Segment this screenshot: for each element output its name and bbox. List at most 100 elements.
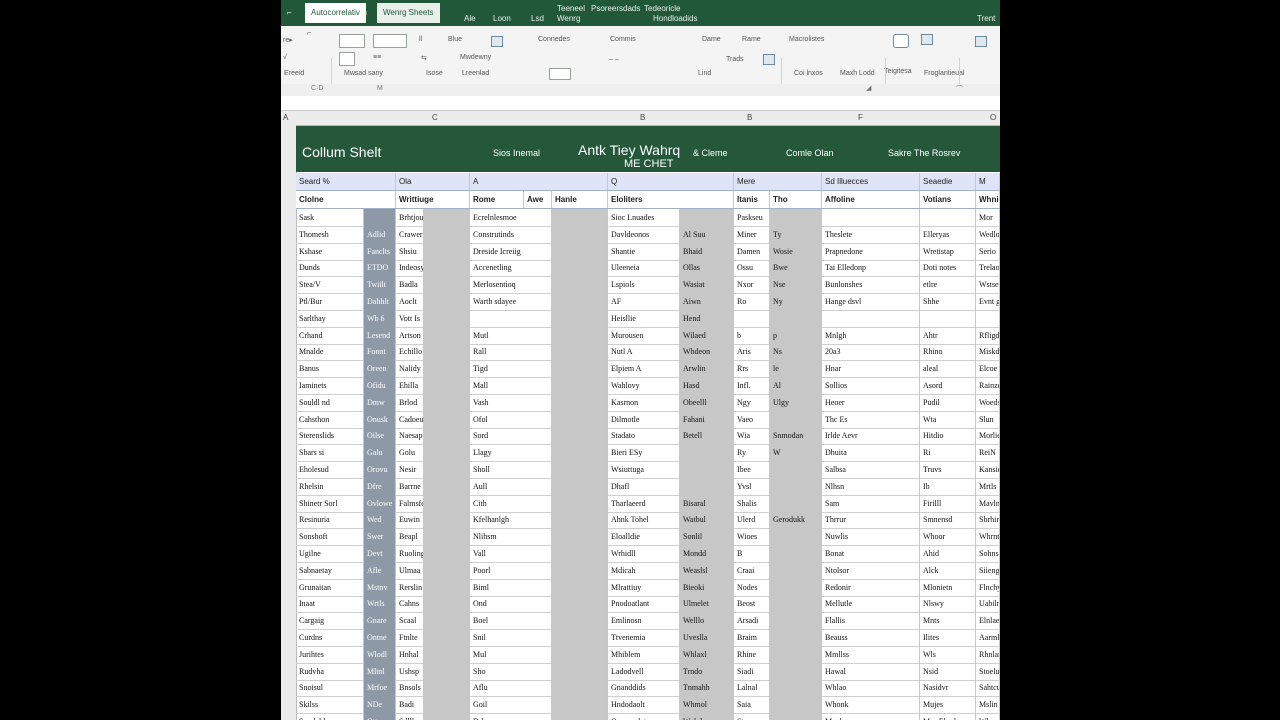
header-cell[interactable]: Ola [396, 173, 470, 190]
table-cell[interactable] [424, 477, 470, 495]
table-cell[interactable]: Flnchy [976, 578, 1000, 596]
table-cell[interactable]: Nalidy [396, 360, 424, 378]
table-cell[interactable] [424, 377, 470, 394]
table-cell[interactable]: Ftnlte [396, 629, 424, 646]
table-cell[interactable] [364, 209, 396, 226]
table-cell[interactable]: Nuwlis [822, 528, 920, 546]
table-cell[interactable]: Infl. [734, 377, 770, 394]
font-size-box[interactable] [373, 34, 407, 48]
table-cell[interactable]: Sondelds [296, 713, 364, 720]
table-cell[interactable]: Drl [470, 713, 552, 720]
table-cell[interactable]: Aris [734, 343, 770, 361]
table-cell[interactable]: Heisllie [608, 309, 680, 327]
table-cell[interactable]: Ugilne [296, 545, 364, 562]
table-cell[interactable]: Mavlma [976, 494, 1000, 512]
table-cell[interactable]: etlre [920, 276, 976, 294]
table-cell[interactable]: Whdeon [680, 343, 734, 361]
spreadsheet-grid[interactable]: Seard % Ola A Q Mere Sd Illuecces Seaedi… [296, 173, 1000, 720]
table-cell[interactable] [770, 612, 822, 630]
table-cell[interactable] [552, 561, 608, 579]
table-cell[interactable] [424, 343, 470, 361]
table-cell[interactable]: Merlosentioq [470, 276, 552, 294]
tab-autocorrelativ[interactable]: Autocorrelativ [305, 3, 366, 23]
table-cell[interactable]: Lspiols [608, 276, 680, 294]
column-title[interactable]: Whnio [976, 191, 1000, 208]
table-cell[interactable]: Tnmahh [680, 679, 734, 697]
chart-icon[interactable] [921, 34, 933, 45]
table-cell[interactable]: Ri [920, 444, 976, 462]
table-cell[interactable]: Construtinds [470, 225, 552, 243]
table-cell[interactable] [424, 259, 470, 277]
table-cell[interactable]: Dahhlt [364, 293, 396, 310]
table-cell[interactable]: Cith [470, 494, 552, 512]
table-cell[interactable]: Stadato [608, 427, 680, 445]
table-cell[interactable] [680, 209, 734, 226]
table-cell[interactable]: Redonir [822, 578, 920, 596]
table-cell[interactable]: Nesir [396, 461, 424, 478]
table-cell[interactable]: Wloy [976, 713, 1000, 720]
table-cell[interactable]: Ttvenemia [608, 629, 680, 646]
table-cell[interactable]: Grunaitan [296, 578, 364, 596]
table-cell[interactable]: Thrrur [822, 511, 920, 529]
table-cell[interactable]: Tigd [470, 360, 552, 378]
table-row[interactable]: Sbars si Galu Golu Llagy Bieri ESy Ry W Dhuita R… [296, 444, 1000, 463]
column-title[interactable]: Eloliters [608, 191, 734, 208]
format-painter-icon[interactable] [491, 36, 503, 47]
table-cell[interactable] [976, 309, 1000, 327]
table-cell[interactable]: Swer [364, 528, 396, 546]
table-cell[interactable] [552, 410, 608, 428]
table-cell[interactable]: Mall [470, 377, 552, 394]
table-cell[interactable] [552, 393, 608, 411]
chevron-left-icon[interactable]: ‹ [365, 8, 368, 17]
table-row[interactable]: Sabnaetay Afle Ulmaa Poorl Mdicah Weaslsl Craa… [296, 561, 1000, 580]
table-cell[interactable]: Hndodaolt [608, 696, 680, 714]
table-cell[interactable]: Tharlaeerd [608, 494, 680, 512]
table-cell[interactable]: Nlswy [920, 595, 976, 613]
table-cell[interactable]: Brlod [396, 393, 424, 411]
table-cell[interactable]: Ry [734, 444, 770, 462]
table-cell[interactable]: Mlonietn [920, 578, 976, 596]
ribbon-blue[interactable]: Blue [445, 34, 465, 45]
column-letter[interactable]: O [990, 113, 996, 122]
table-cell[interactable]: Bonat [822, 545, 920, 562]
table-cell[interactable]: Mor [976, 209, 1000, 226]
table-cell[interactable]: Craai [734, 561, 770, 579]
table-cell[interactable]: Nutl A [608, 343, 680, 361]
table-cell[interactable]: Mul [470, 645, 552, 663]
ribbon-coilnxos[interactable]: Coi lnxos [791, 68, 826, 79]
menu-wenrg[interactable]: Wenrg [557, 14, 580, 23]
table-row[interactable]: Shinetr SorlOvloweFalmsfei Cith Tharlaeerd… [296, 494, 1000, 513]
table-cell[interactable]: Echillo [396, 343, 424, 361]
table-cell[interactable]: Paskseu [734, 209, 770, 226]
table-cell[interactable] [424, 276, 470, 294]
table-row[interactable]: Grunaitan Mstnv Rerslin Biml Mlrattiuy Bieoki… [296, 578, 1000, 597]
table-cell[interactable] [552, 427, 608, 445]
table-cell[interactable]: Cadoeu [396, 410, 424, 428]
table-cell[interactable]: Cahns [396, 595, 424, 613]
table-cell[interactable]: Inaat [296, 595, 364, 613]
table-cell[interactable]: Mnlgh [822, 326, 920, 344]
table-row[interactable]: Sterenslids Oilse Naesap Sord Stadato Betell W… [296, 427, 1000, 446]
table-cell[interactable]: Rhine [734, 645, 770, 663]
table-cell[interactable]: Lesend [364, 326, 396, 344]
table-row[interactable]: Kshase Fanclts Shsiu Dreside Icreiig Shantie… [296, 242, 1000, 261]
table-cell[interactable]: Crawer [396, 225, 424, 243]
table-cell[interactable]: Rfligd [976, 326, 1000, 344]
table-cell[interactable]: Whlaxl [680, 645, 734, 663]
column-title[interactable]: Awe [524, 191, 552, 208]
table-cell[interactable] [734, 309, 770, 327]
table-cell[interactable]: Pudil [920, 393, 976, 411]
table-cell[interactable] [770, 545, 822, 562]
banner-link[interactable]: Comle Olan [786, 148, 834, 158]
table-cell[interactable] [424, 511, 470, 529]
table-cell[interactable]: Wioes [734, 528, 770, 546]
header-cell[interactable]: Seard % [296, 173, 396, 190]
table-cell[interactable]: Warth sdayee [470, 293, 552, 310]
table-cell[interactable]: Shalis [734, 494, 770, 512]
ribbon-maxhlodd[interactable]: Maxh Lodd [837, 68, 878, 79]
table-cell[interactable]: Mrfoe [364, 679, 396, 697]
table-cell[interactable] [424, 393, 470, 411]
table-cell[interactable]: W [770, 444, 822, 462]
table-cell[interactable]: Dreside Icreiig [470, 242, 552, 260]
table-cell[interactable] [552, 276, 608, 294]
